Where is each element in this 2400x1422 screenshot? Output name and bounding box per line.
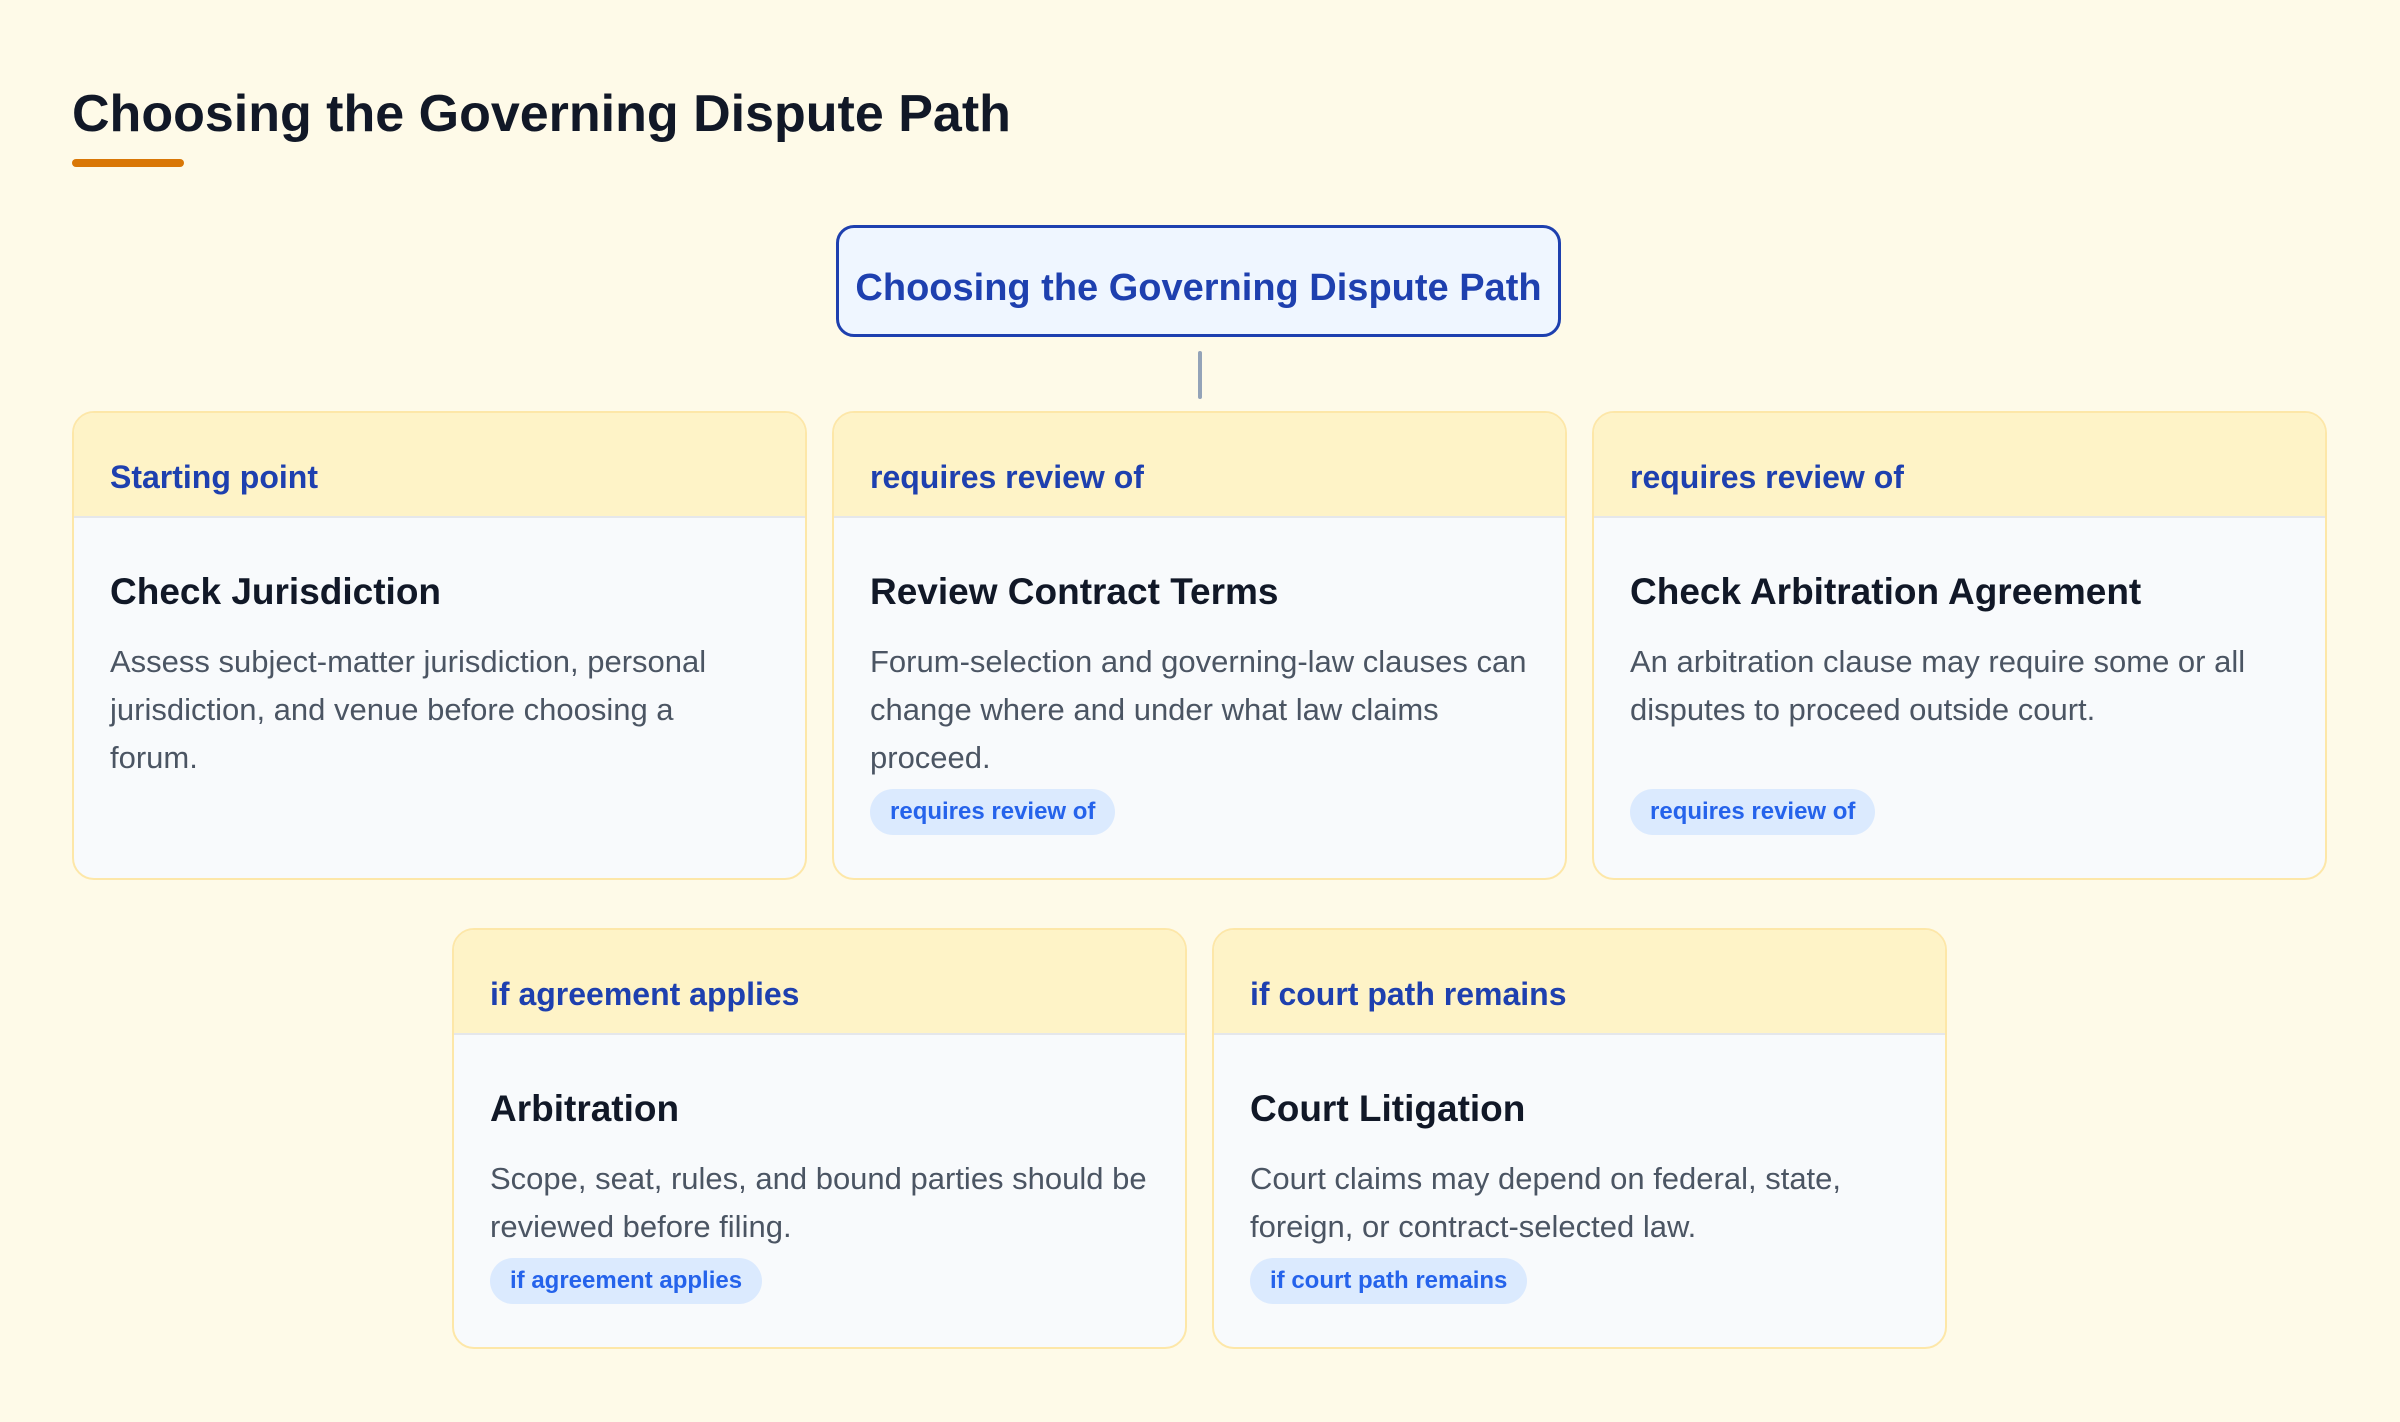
node-title: Court Litigation xyxy=(1250,1088,1526,1129)
node-card-body: Court Litigation Court claims may depend… xyxy=(1214,1035,1945,1251)
root-node: Choosing the Governing Dispute Path xyxy=(836,225,1561,337)
node-card-review-contract-terms: requires review of Review Contract Terms… xyxy=(832,411,1567,880)
node-card-header: Starting point xyxy=(74,413,805,518)
node-description: Forum-selection and governing-law clause… xyxy=(870,644,1527,775)
edge-badge: requires review of xyxy=(870,789,1116,835)
node-card-arbitration: if agreement applies Arbitration Scope, … xyxy=(452,928,1187,1349)
node-title: Review Contract Terms xyxy=(870,571,1279,612)
node-title: Arbitration xyxy=(490,1088,680,1129)
node-card-body: Arbitration Scope, seat, rules, and boun… xyxy=(454,1035,1185,1251)
node-description: An arbitration clause may require some o… xyxy=(1630,644,2246,727)
node-description: Court claims may depend on federal, stat… xyxy=(1250,1161,1842,1244)
node-tag: requires review of xyxy=(870,459,1144,495)
node-title: Check Jurisdiction xyxy=(110,571,442,612)
node-card-check-arbitration-agreement: requires review of Check Arbitration Agr… xyxy=(1592,411,2327,880)
page-title: Choosing the Governing Dispute Path xyxy=(72,85,1011,143)
node-tag: if agreement applies xyxy=(490,976,800,1012)
node-tag: Starting point xyxy=(110,459,318,495)
node-card-body: Review Contract Terms Forum-selection an… xyxy=(834,518,1565,782)
node-card-header: requires review of xyxy=(1594,413,2325,518)
node-card-header: if agreement applies xyxy=(454,930,1185,1035)
node-description: Scope, seat, rules, and bound parties sh… xyxy=(490,1161,1147,1244)
node-card-body: Check Arbitration Agreement An arbitrati… xyxy=(1594,518,2325,734)
node-card-header: requires review of xyxy=(834,413,1565,518)
edge-badge: if court path remains xyxy=(1250,1258,1528,1304)
edge-badge: requires review of xyxy=(1630,789,1876,835)
node-card-body: Check Jurisdiction Assess subject-matter… xyxy=(74,518,805,782)
edge-badge: if agreement applies xyxy=(490,1258,763,1304)
node-card-check-jurisdiction: Starting point Check Jurisdiction Assess… xyxy=(72,411,807,880)
root-node-label: Choosing the Governing Dispute Path xyxy=(855,266,1542,309)
node-card-header: if court path remains xyxy=(1214,930,1945,1035)
node-title: Check Arbitration Agreement xyxy=(1630,571,2142,612)
root-connector xyxy=(1198,351,1202,399)
node-tag: if court path remains xyxy=(1250,976,1567,1012)
node-description: Assess subject-matter jurisdiction, pers… xyxy=(110,644,707,775)
node-tag: requires review of xyxy=(1630,459,1904,495)
node-card-court-litigation: if court path remains Court Litigation C… xyxy=(1212,928,1947,1349)
title-underline xyxy=(72,159,184,167)
